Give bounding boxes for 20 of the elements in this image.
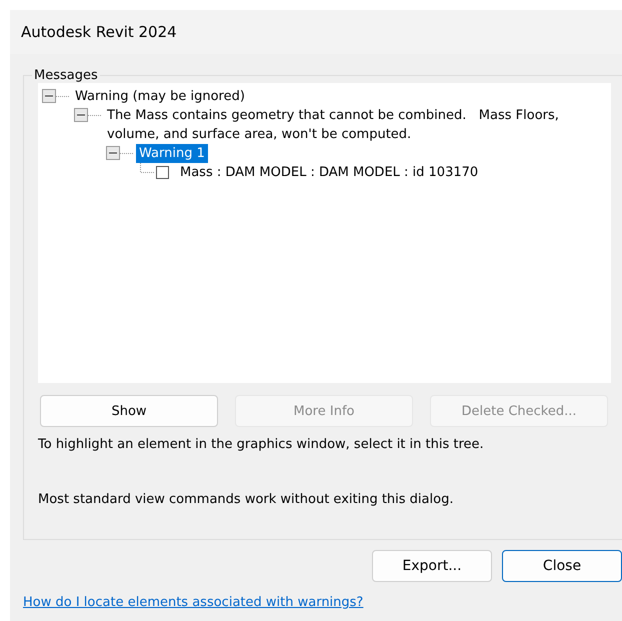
collapse-icon[interactable] [42,89,56,103]
window-title: Autodesk Revit 2024 [21,23,177,41]
tree-node[interactable]: Warning (may be ignored) [72,87,248,106]
tree-connector-icon [140,163,154,173]
hint-text: Most standard view commands work without exiting this dialog. [38,492,454,507]
hint-text: To highlight an element in the graphics window, select it in this tree. [38,437,485,452]
checkbox[interactable] [156,166,169,179]
tree-connector-icon [56,96,70,97]
group-label: Messages [33,68,99,83]
action-button[interactable]: Show [40,395,218,427]
collapse-icon[interactable] [74,108,88,122]
tree-node[interactable]: The Mass contains geometry that cannot be combined. Mass Floors, volume, and surface area, won't be computed. [104,106,600,144]
dialog-button[interactable]: Close [502,550,622,582]
tree-node[interactable]: Mass : DAM MODEL : DAM MODEL : id 103170 [177,163,482,182]
tree-connector-icon [88,115,102,116]
tree-connector-icon [120,153,134,154]
collapse-icon[interactable] [106,146,120,160]
help-link[interactable]: How do I locate elements associated with warnings? [23,595,622,610]
dialog-button[interactable]: Export... [372,550,492,582]
tree-node[interactable]: Warning 1 [136,144,208,163]
